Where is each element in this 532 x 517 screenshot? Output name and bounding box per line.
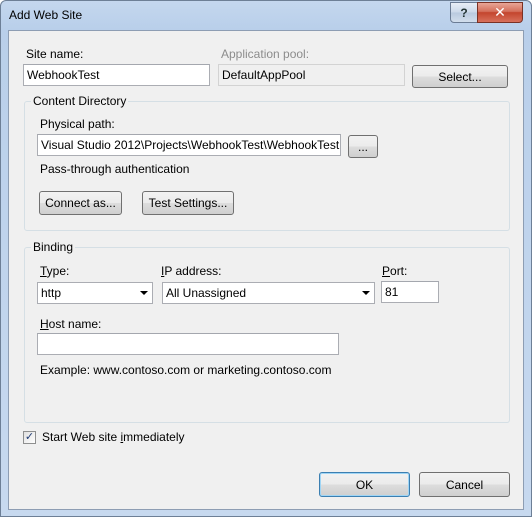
start-immediately-label[interactable]: Start Web site immediately [42, 430, 185, 444]
dialog-body: Site name: WebhookTest Application pool:… [8, 30, 524, 510]
port-label-text: ort: [390, 264, 408, 278]
ip-label-text: P address: [164, 264, 222, 278]
type-label-accel: T [40, 264, 47, 278]
close-button[interactable]: ✕ [477, 2, 523, 23]
host-name-example: Example: www.contoso.com or marketing.co… [40, 363, 332, 377]
title-bar[interactable]: Add Web Site ? ✕ [1, 1, 531, 31]
checkmark-icon: ✓ [24, 431, 35, 443]
help-button[interactable]: ? [450, 2, 478, 23]
cancel-button[interactable]: Cancel [419, 472, 510, 497]
connect-as-button[interactable]: Connect as... [39, 191, 122, 215]
ip-address-label: IP address: [161, 264, 222, 278]
physical-path-input[interactable]: Visual Studio 2012\Projects\WebhookTest\… [37, 134, 341, 156]
close-icon: ✕ [494, 4, 506, 20]
port-label-accel: P [382, 264, 391, 278]
physical-path-label: Physical path: [40, 117, 115, 131]
browse-path-button[interactable]: ... [348, 135, 378, 158]
dialog-title: Add Web Site [9, 8, 83, 22]
binding-type-value: http [41, 286, 62, 300]
host-name-input[interactable] [37, 333, 339, 355]
chevron-down-icon [362, 291, 370, 295]
binding-type-select[interactable]: http [37, 282, 153, 304]
pass-through-auth-label: Pass-through authentication [40, 162, 190, 176]
host-name-label: Host name: [40, 317, 101, 331]
site-name-label: Site name: [26, 47, 84, 61]
start-label-pre: Start Web site [42, 430, 121, 444]
application-pool-label: Application pool: [221, 47, 310, 61]
ip-address-value: All Unassigned [166, 286, 247, 300]
site-name-input[interactable]: WebhookTest [23, 64, 210, 86]
start-immediately-checkbox[interactable]: ✓ [23, 431, 36, 444]
content-directory-title: Content Directory [31, 94, 129, 108]
type-label: Type: [40, 264, 69, 278]
application-pool-field: DefaultAppPool [218, 64, 405, 86]
type-label-text: ype: [46, 264, 70, 278]
test-settings-button[interactable]: Test Settings... [142, 191, 234, 215]
select-app-pool-button[interactable]: Select... [412, 65, 508, 88]
chevron-down-icon [140, 291, 148, 295]
host-label-accel: H [40, 317, 49, 331]
binding-title: Binding [31, 240, 76, 254]
start-label-post: mmediately [123, 430, 185, 444]
help-icon: ? [460, 5, 468, 20]
port-input[interactable]: 81 [381, 281, 439, 303]
add-web-site-dialog: Add Web Site ? ✕ Site name: WebhookTest … [0, 0, 532, 517]
ok-button[interactable]: OK [319, 472, 410, 497]
host-label-text: ost name: [48, 317, 102, 331]
port-label: Port: [382, 264, 407, 278]
ip-address-select[interactable]: All Unassigned [162, 282, 375, 304]
